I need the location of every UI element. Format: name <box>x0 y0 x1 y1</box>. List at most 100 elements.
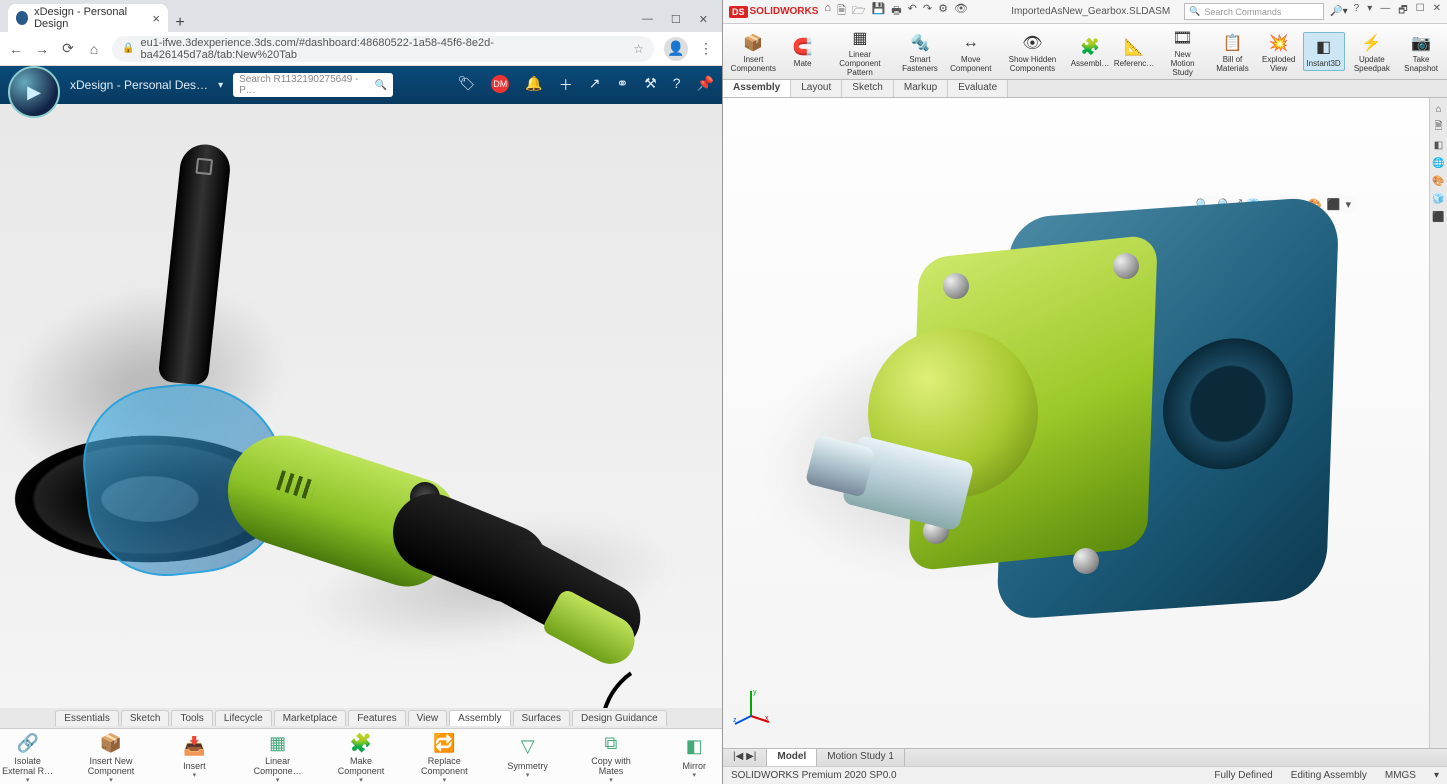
url-input[interactable]: 🔒 eu1-ifwe.3dexperience.3ds.com/#dashboa… <box>112 36 654 62</box>
plus-icon[interactable]: ＋ <box>559 75 573 95</box>
ribbon-new-motion-study[interactable]: 🎞New Motion Study <box>1157 23 1208 80</box>
winctl-4[interactable]: ☐ <box>1416 3 1425 20</box>
xd-tab-tools[interactable]: Tools <box>171 710 212 726</box>
winctl-1[interactable]: ▾ <box>1367 3 1372 20</box>
ribbon-mate[interactable]: 🧲Mate <box>782 32 824 71</box>
share-icon[interactable]: ↗ <box>589 75 601 95</box>
taskpane-btn-1[interactable]: 🗎 <box>1432 120 1446 134</box>
taskpane-btn-2[interactable]: ◧ <box>1432 138 1446 152</box>
taskpane-btn-3[interactable]: 🌐 <box>1432 156 1446 170</box>
search-dropdown-icon[interactable]: 🔎▾ <box>1330 6 1347 17</box>
qat-btn-6[interactable]: ↷ <box>923 2 932 21</box>
cmd-replace-component[interactable]: 🔁Replace Component▾ <box>417 733 472 780</box>
xd-tab-marketplace[interactable]: Marketplace <box>274 710 346 726</box>
ribbon-referenc-[interactable]: 📐Referenc… <box>1113 32 1155 71</box>
ribbon-insert-components[interactable]: 📦Insert Components <box>727 28 780 76</box>
taskpane-btn-5[interactable]: 🧊 <box>1432 192 1446 206</box>
new-tab-button[interactable]: + <box>168 14 192 32</box>
compass-icon[interactable]: ▶ <box>8 66 60 118</box>
status-units[interactable]: MMGS <box>1385 770 1416 781</box>
sw-search-input[interactable]: 🔍 Search Commands <box>1184 3 1324 20</box>
ribbon-smart-fasteners[interactable]: 🔩Smart Fasteners <box>896 28 944 76</box>
winctl-0[interactable]: ? <box>1354 3 1360 20</box>
sw-tab-assembly[interactable]: Assembly <box>723 80 791 97</box>
xd-tab-surfaces[interactable]: Surfaces <box>513 710 570 726</box>
nav-home-icon[interactable]: ⌂ <box>86 41 102 57</box>
sw-tab-markup[interactable]: Markup <box>894 80 948 97</box>
xd-tab-features[interactable]: Features <box>348 710 405 726</box>
ribbon-assembl-[interactable]: 🧩Assembl… <box>1069 32 1111 71</box>
cmd-insert-new-component[interactable]: 📦Insert New Component▾ <box>83 733 138 780</box>
viewbar-btn-9[interactable]: ▾ <box>1345 198 1351 211</box>
cmd-copy-with-mates[interactable]: ⧉Copy with Mates▾ <box>583 733 638 780</box>
qat-btn-7[interactable]: ⚙ <box>938 2 948 21</box>
xdesign-search-input[interactable]: Search R1132190275649 - P… 🔍 <box>233 73 393 97</box>
ribbon-instant-d[interactable]: ◧Instant3D <box>1303 32 1345 71</box>
qat-btn-5[interactable]: ↶ <box>908 2 917 21</box>
ribbon-move-component[interactable]: ↔Move Component <box>946 28 996 76</box>
sw-btab--[interactable]: |◀ ▶| <box>723 749 767 766</box>
dm-badge[interactable]: DM <box>491 75 509 93</box>
winctl-3[interactable]: 🗗 <box>1398 3 1407 20</box>
cmd-symmetry[interactable]: ▽Symmetry▾ <box>500 733 555 780</box>
xdesign-viewport[interactable] <box>0 104 722 708</box>
cmd-linear-compone-[interactable]: ▦Linear Compone…▾ <box>250 733 305 780</box>
browser-tab[interactable]: xDesign - Personal Design × <box>8 4 168 32</box>
nav-forward-icon[interactable]: → <box>34 41 50 57</box>
ribbon-label: Instant3D <box>1306 59 1340 68</box>
ribbon-update-speedpak[interactable]: ⚡Update Speedpak <box>1347 28 1398 76</box>
bookmark-star-icon[interactable]: ☆ <box>633 42 644 56</box>
cmd-isolate-external-r-[interactable]: 🔗Isolate External R…▾ <box>0 733 55 780</box>
winctl-5[interactable]: ✕ <box>1433 3 1441 20</box>
taskpane-btn-4[interactable]: 🎨 <box>1432 174 1446 188</box>
bell-icon[interactable]: 🔔 <box>525 75 542 95</box>
xd-tab-assembly[interactable]: Assembly <box>449 710 510 726</box>
ribbon-bill-of-materials[interactable]: 📋Bill of Materials <box>1210 28 1255 76</box>
tune-icon[interactable]: ⚒ <box>644 75 657 95</box>
xd-tab-design-guidance[interactable]: Design Guidance <box>572 710 667 726</box>
sw-btab-model[interactable]: Model <box>767 749 817 766</box>
qat-btn-0[interactable]: ⌂ <box>824 2 831 21</box>
xd-tab-sketch[interactable]: Sketch <box>121 710 170 726</box>
qat-btn-3[interactable]: 💾 <box>872 2 886 21</box>
nav-reload-icon[interactable]: ⟳ <box>60 40 76 57</box>
nav-back-icon[interactable]: ← <box>8 41 24 57</box>
tag-icon[interactable]: 🏷 <box>458 75 476 95</box>
sw-tab-sketch[interactable]: Sketch <box>842 80 894 97</box>
window-close-icon[interactable]: ✕ <box>699 13 708 26</box>
search-icon[interactable]: 🔍 <box>375 80 387 91</box>
ribbon-show-hidden-components[interactable]: 👁Show Hidden Components <box>998 28 1067 76</box>
help-icon[interactable]: ? <box>673 75 681 95</box>
xd-tab-lifecycle[interactable]: Lifecycle <box>215 710 272 726</box>
pin-icon[interactable]: 📌 <box>697 75 714 95</box>
cmd-make-component[interactable]: 🧩Make Component▾ <box>333 733 388 780</box>
xd-tab-essentials[interactable]: Essentials <box>55 710 119 726</box>
ribbon-take-snapshot[interactable]: 📷Take Snapshot <box>1399 28 1443 76</box>
qat-btn-8[interactable]: 👁 <box>954 2 968 21</box>
cmd-mirror[interactable]: ◧Mirror▾ <box>667 733 722 780</box>
title-dropdown-icon[interactable]: ▾ <box>218 80 223 91</box>
close-tab-icon[interactable]: × <box>152 11 160 26</box>
xd-tab-view[interactable]: View <box>408 710 448 726</box>
status-extra-icon[interactable]: ▾ <box>1434 770 1439 781</box>
winctl-2[interactable]: — <box>1380 3 1390 20</box>
sw-tab-evaluate[interactable]: Evaluate <box>948 80 1008 97</box>
qat-btn-4[interactable]: 🖶 <box>891 2 901 21</box>
window-max-icon[interactable]: ☐ <box>671 13 681 26</box>
ribbon-exploded-view[interactable]: 💥Exploded View <box>1257 28 1301 76</box>
cmd-insert[interactable]: 📥Insert▾ <box>167 733 222 780</box>
taskpane-btn-6[interactable]: ⬛ <box>1432 210 1446 224</box>
viewbar-btn-8[interactable]: ⬛ <box>1327 198 1341 211</box>
window-min-icon[interactable]: — <box>642 13 653 26</box>
taskpane-btn-0[interactable]: ⌂ <box>1432 102 1446 116</box>
ribbon-linear-component-pattern[interactable]: ▦Linear Component Pattern <box>826 23 894 80</box>
network-icon[interactable]: ⚭ <box>616 75 628 95</box>
chrome-menu-icon[interactable]: ⋮ <box>698 40 714 57</box>
orientation-triad[interactable]: yxz <box>731 686 771 726</box>
sw-btab-motion-study-[interactable]: Motion Study 1 <box>817 749 905 766</box>
sw-tab-layout[interactable]: Layout <box>791 80 842 97</box>
sw-viewport[interactable]: 🔍🔎⤢🧊◐▦⬚🎨⬛▾ yxz ⌂🗎◧🌐🎨🧊⬛ <box>723 98 1447 748</box>
qat-btn-2[interactable]: 🗁 <box>852 2 866 21</box>
profile-avatar[interactable]: 👤 <box>664 37 688 61</box>
qat-btn-1[interactable]: 🗎 <box>837 2 846 21</box>
